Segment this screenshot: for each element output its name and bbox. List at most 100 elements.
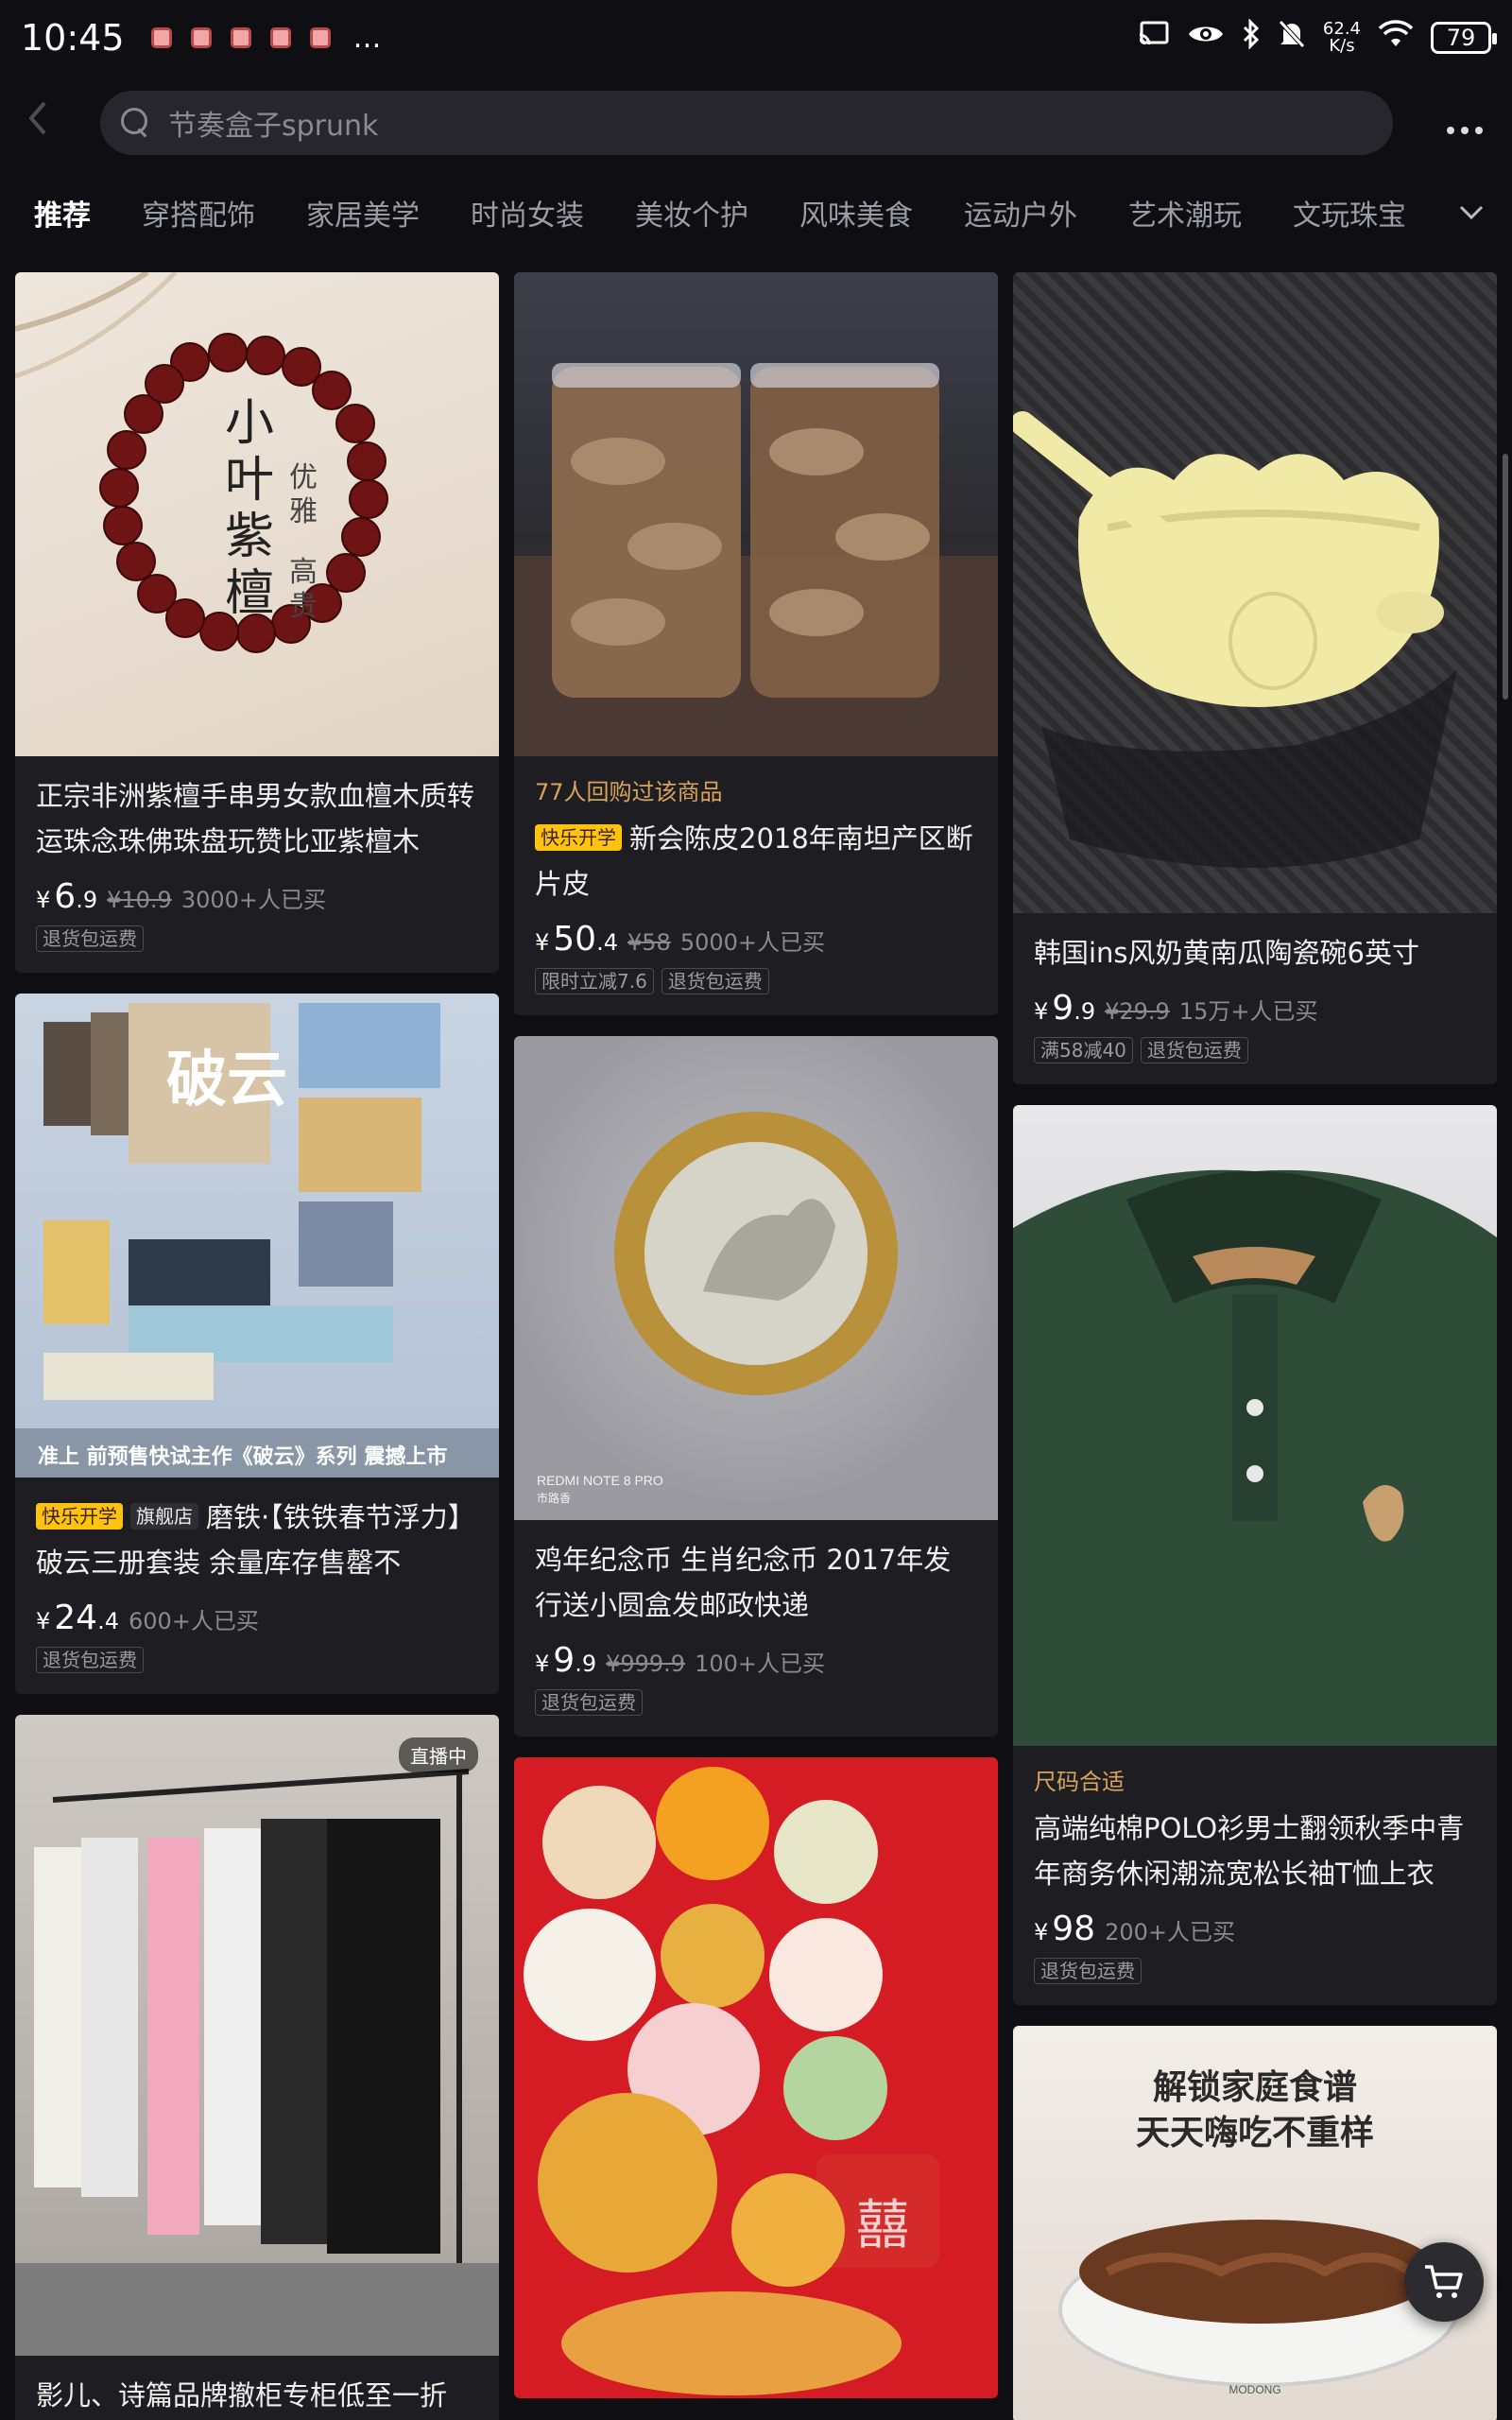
product-card-bracelet[interactable]: 小叶紫檀 优雅 高贵 正宗非洲紫檀手串男女款血檀木质转运珠念珠佛珠盘玩赞比亚紫檀… — [15, 272, 499, 973]
expand-tabs-button[interactable] — [1399, 180, 1512, 246]
product-image: 破云 准上 前预售快试主作《破云》系列 震撼上市 — [15, 994, 499, 1478]
tags-row: 退货包运费 — [1034, 1958, 1476, 1984]
currency: ¥ — [535, 929, 550, 956]
card-body: 韩国ins风奶黄南瓜陶瓷碗6英寸 ¥ 9 .9 ¥29.9 15万+人已买 满5… — [1013, 913, 1497, 1084]
price-dec: .4 — [596, 929, 618, 956]
card-body: 正宗非洲紫檀手串男女款血檀木质转运珠念珠佛珠盘玩赞比亚紫檀木 ¥ 6 .9 ¥1… — [15, 756, 499, 973]
repurchase-tagline: 77人回购过该商品 — [535, 779, 723, 805]
tag: 退货包运费 — [535, 1689, 643, 1716]
promo-badge: 快乐开学 — [36, 1503, 123, 1530]
price-dec: .9 — [1074, 998, 1096, 1025]
app-notification-icon — [269, 27, 291, 48]
price-row: ¥ 98 200+人已买 — [1034, 1910, 1476, 1948]
card-body: 影儿、诗篇品牌撤柜专柜低至一折 — [15, 2356, 499, 2420]
status-right: 62.4 K/s 79 — [1138, 18, 1497, 57]
chevron-down-icon — [1459, 205, 1484, 220]
shopping-cart-icon — [1425, 2265, 1463, 2298]
image-text: 囍 — [856, 2195, 909, 2256]
product-image: 小叶紫檀 优雅 高贵 — [15, 272, 499, 756]
tags-row: 满58减40 退货包运费 — [1034, 1037, 1476, 1063]
original-price: ¥999.9 — [606, 1651, 686, 1677]
app-notification-icon — [150, 27, 172, 48]
back-button[interactable] — [0, 99, 76, 147]
product-card-pot[interactable]: 解锁家庭食谱 天天嗨吃不重样 MODONG — [1013, 2026, 1497, 2420]
tab-outfits[interactable]: 穿搭配饰 — [142, 192, 255, 233]
product-image — [514, 272, 998, 756]
image-text-main: 小叶紫檀 — [225, 395, 275, 622]
promo-badge: 快乐开学 — [535, 824, 622, 851]
app-notification-icon — [190, 27, 212, 48]
price-int: 6 — [54, 877, 77, 916]
product-image: 直播中 — [15, 1715, 499, 2356]
tag: 满58减40 — [1034, 1037, 1133, 1063]
tab-women-fashion[interactable]: 时尚女装 — [471, 192, 584, 233]
tab-food[interactable]: 风味美食 — [799, 192, 913, 233]
bluetooth-icon — [1242, 18, 1261, 57]
tab-beauty[interactable]: 美妆个护 — [635, 192, 748, 233]
wifi-icon — [1378, 20, 1414, 56]
flagship-badge: 旗舰店 — [130, 1503, 198, 1530]
tab-recommend[interactable]: 推荐 — [34, 192, 91, 233]
tab-art-toys[interactable]: 艺术潮玩 — [1128, 192, 1242, 233]
product-card-book[interactable]: 破云 准上 前预售快试主作《破云》系列 震撼上市 快乐开学 旗舰店 磨铁·【铁铁春节… — [15, 994, 499, 1694]
product-card-peel[interactable]: 77人回购过该商品 快乐开学 新会陈皮2018年南坦产区断片皮 ¥ 50 .4 ¥… — [514, 272, 998, 1015]
scrollbar-thumb[interactable] — [1503, 454, 1508, 700]
net-speed-unit: K/s — [1329, 36, 1355, 56]
image-text-line1: 解锁家庭食谱 — [1152, 2068, 1357, 2107]
card-body: 77人回购过该商品 快乐开学 新会陈皮2018年南坦产区断片皮 ¥ 50 .4 ¥… — [514, 756, 998, 1015]
image-text-side1: 优雅 — [289, 461, 318, 528]
price-row: ¥ 9 .9 ¥999.9 100+人已买 — [535, 1641, 977, 1680]
sold-count: 200+人已买 — [1105, 1919, 1236, 1945]
product-title: 高端纯棉POLO衫男士翻领秋季中青年商务休闲潮流宽松长袖T恤上衣 — [1034, 1812, 1465, 1890]
currency: ¥ — [535, 1651, 550, 1677]
product-image — [1013, 1105, 1497, 1746]
tag: 限时立减7.6 — [535, 968, 654, 994]
chevron-left-icon — [28, 101, 46, 135]
image-watermark: REDMI NOTE 8 PRO — [537, 1473, 663, 1488]
price-dec: .9 — [76, 887, 98, 913]
price-int: 9 — [553, 1641, 576, 1680]
sold-count: 600+人已买 — [129, 1608, 259, 1634]
price-row: ¥ 24 .4 600+人已买 — [36, 1599, 478, 1637]
more-dots-icon — [1447, 127, 1483, 134]
sold-count: 3000+人已买 — [180, 887, 326, 913]
tags-row: 限时立减7.6 退货包运费 — [535, 968, 977, 994]
product-card-pastry[interactable]: 囍 — [514, 1757, 998, 2398]
product-card-coin[interactable]: REDMI NOTE 8 PRO 市路香 鸡年纪念币 生肖纪念币 2017年发行… — [514, 1036, 998, 1737]
image-text-line2: 天天嗨吃不重样 — [1135, 2114, 1374, 2152]
currency: ¥ — [36, 1608, 51, 1634]
product-title: 正宗非洲紫檀手串男女款血檀木质转运珠念珠佛珠盘玩赞比亚紫檀木 — [36, 780, 475, 857]
product-card-polo[interactable]: 尺码合适 高端纯棉POLO衫男士翻领秋季中青年商务休闲潮流宽松长袖T恤上衣 ¥ … — [1013, 1105, 1497, 2005]
original-price: ¥10.9 — [107, 887, 172, 913]
image-brand-text: MODONG — [1228, 2383, 1281, 2396]
tag: 退货包运费 — [1140, 1037, 1248, 1063]
image-text-side2: 高贵 — [289, 556, 318, 623]
product-card-bowl[interactable]: 韩国ins风奶黄南瓜陶瓷碗6英寸 ¥ 9 .9 ¥29.9 15万+人已买 满5… — [1013, 272, 1497, 1084]
feed-column-1: 小叶紫檀 优雅 高贵 正宗非洲紫檀手串男女款血檀木质转运珠念珠佛珠盘玩赞比亚紫檀… — [15, 272, 499, 2420]
cast-icon — [1138, 20, 1170, 56]
product-card-rack[interactable]: 直播中 影儿、诗篇品牌撤柜专柜低至一折 — [15, 1715, 499, 2420]
category-tabs: 推荐 穿搭配饰 家居美学 时尚女装 美妆个护 风味美食 运动户外 艺术潮玩 文玩… — [0, 180, 1512, 246]
price-dec: .4 — [97, 1608, 119, 1634]
search-input[interactable]: 节奏盒子sprunk — [100, 91, 1393, 155]
product-title: 影儿、诗篇品牌撤柜专柜低至一折 — [36, 2379, 448, 2411]
price-int: 50 — [553, 920, 597, 959]
eye-icon — [1187, 21, 1225, 55]
tab-home[interactable]: 家居美学 — [306, 192, 420, 233]
price-int: 98 — [1052, 1910, 1096, 1948]
original-price: ¥29.9 — [1105, 998, 1170, 1025]
sold-count: 5000+人已买 — [679, 929, 825, 956]
cart-button[interactable] — [1404, 2242, 1484, 2322]
tag: 退货包运费 — [36, 925, 144, 952]
tab-sports[interactable]: 运动户外 — [964, 192, 1077, 233]
tab-collectibles[interactable]: 文玩珠宝 — [1293, 192, 1406, 233]
currency: ¥ — [36, 887, 51, 913]
live-badge: 直播中 — [399, 1737, 478, 1772]
tag: 退货包运费 — [661, 968, 769, 994]
card-body: 快乐开学 旗舰店 磨铁·【铁铁春节浮力】破云三册套装 余量库存售罄不 ¥ 24 .4… — [15, 1478, 499, 1694]
product-title: 韩国ins风奶黄南瓜陶瓷碗6英寸 — [1034, 937, 1419, 969]
product-title: 鸡年纪念币 生肖纪念币 2017年发行送小圆盒发邮政快递 — [535, 1544, 952, 1621]
more-options-button[interactable] — [1418, 101, 1512, 145]
status-time: 10:45 — [21, 17, 125, 59]
tag: 退货包运费 — [1034, 1958, 1142, 1984]
